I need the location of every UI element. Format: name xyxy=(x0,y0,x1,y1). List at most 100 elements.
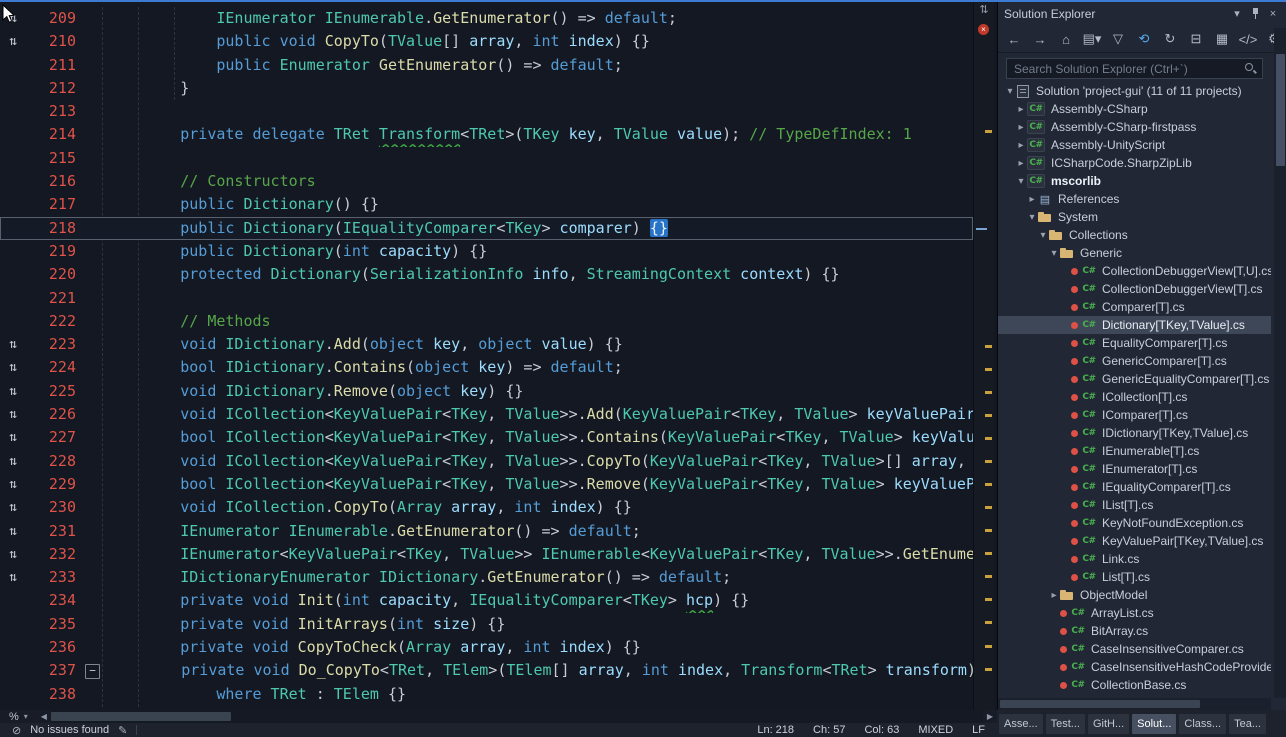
tree-item[interactable]: ▾Collections xyxy=(998,226,1271,244)
tree-horizontal-scrollbar[interactable] xyxy=(998,698,1271,710)
collapsed-arrow-icon[interactable]: ▸ xyxy=(1015,140,1027,151)
scrollbar-thumb[interactable] xyxy=(1000,700,1200,708)
line-number[interactable]: 239 xyxy=(26,706,82,710)
pen-icon[interactable]: ✎ xyxy=(118,724,127,737)
line-number[interactable]: 210 xyxy=(26,30,82,53)
tree-item[interactable]: C#IDictionary[TKey,TValue].cs xyxy=(998,424,1271,442)
tree-item[interactable]: C#ICollection[T].cs xyxy=(998,388,1271,406)
line-number[interactable]: 233 xyxy=(26,566,82,589)
code-line[interactable]: ⇅228void ICollection<KeyValuePair<TKey, … xyxy=(0,450,973,473)
line-number[interactable]: 231 xyxy=(26,520,82,543)
show-all-files-button[interactable]: ▦ xyxy=(1210,30,1234,48)
tree-item[interactable]: C#ArrayList.cs xyxy=(998,604,1271,622)
collapsed-arrow-icon[interactable]: ▸ xyxy=(1015,122,1027,133)
implements-override-glyph[interactable]: ⇅ xyxy=(0,496,26,519)
code-line[interactable]: 220protected Dictionary(SerializationInf… xyxy=(0,263,973,286)
tree-item[interactable]: C#IComparer[T].cs xyxy=(998,406,1271,424)
code-line[interactable]: 214private delegate TRet Transform<TRet>… xyxy=(0,123,973,146)
tree-item[interactable]: C#List[T].cs xyxy=(998,568,1271,586)
tool-tab-test[interactable]: Test... xyxy=(1046,714,1085,734)
tree-vertical-scrollbar[interactable] xyxy=(1274,28,1286,698)
tree-item[interactable]: C#KeyValuePair[TKey,TValue].cs xyxy=(998,532,1271,550)
line-number[interactable]: 217 xyxy=(26,193,82,216)
tree-item[interactable]: ▸C#Assembly-CSharp-firstpass xyxy=(998,118,1271,136)
line-number[interactable]: 235 xyxy=(26,613,82,636)
collapsed-arrow-icon[interactable]: ▸ xyxy=(1048,590,1060,601)
scrollbar-thumb[interactable] xyxy=(51,712,231,721)
code-line[interactable]: 216// Constructors xyxy=(0,170,973,193)
line-number[interactable]: 221 xyxy=(26,287,82,310)
tree-item[interactable]: C#IEnumerable[T].cs xyxy=(998,442,1271,460)
tree-item[interactable]: C#IList[T].cs xyxy=(998,496,1271,514)
collapsed-arrow-icon[interactable]: ▸ xyxy=(1015,158,1027,169)
view-code-button[interactable]: </> xyxy=(1236,31,1260,48)
tree-item[interactable]: C#CaseInsensitiveHashCodeProvider.cs xyxy=(998,658,1271,676)
filter-pending-changes-button[interactable]: ▽ xyxy=(1106,30,1130,48)
line-number[interactable]: 216 xyxy=(26,170,82,193)
code-line[interactable]: 234private void Init(int capacity, IEqua… xyxy=(0,589,973,612)
code-line[interactable]: 211public Enumerator GetEnumerator() => … xyxy=(0,54,973,77)
tree-item[interactable]: C#KeyNotFoundException.cs xyxy=(998,514,1271,532)
code-line[interactable]: ⇅210public void CopyTo(TValue[] array, i… xyxy=(0,30,973,53)
refresh-button[interactable]: ↻ xyxy=(1158,30,1182,48)
fold-collapse-button[interactable]: − xyxy=(85,664,100,679)
line-number[interactable]: 220 xyxy=(26,263,82,286)
expanded-arrow-icon[interactable]: ▾ xyxy=(1015,176,1027,187)
line-number[interactable]: 230 xyxy=(26,496,82,519)
scrollbar-thumb[interactable] xyxy=(1276,54,1285,166)
line-number[interactable]: 232 xyxy=(26,543,82,566)
code-line[interactable]: 237−private void Do_CopyTo<TRet, TElem>(… xyxy=(0,659,973,682)
tree-item[interactable]: C#GenericEqualityComparer[T].cs xyxy=(998,370,1271,388)
switch-views-button[interactable]: ▤▾ xyxy=(1080,30,1104,48)
tree-item[interactable]: ▸C#Assembly-CSharp xyxy=(998,100,1271,118)
encoding-indicator[interactable]: MIXED xyxy=(918,724,953,736)
line-number[interactable]: 226 xyxy=(26,403,82,426)
code-line[interactable]: ⇅231IEnumerator IEnumerable.GetEnumerato… xyxy=(0,520,973,543)
line-number[interactable]: 215 xyxy=(26,147,82,170)
implements-override-glyph[interactable]: ⇅ xyxy=(0,566,26,589)
line-number[interactable]: 234 xyxy=(26,589,82,612)
line-number[interactable]: 237 xyxy=(26,659,82,682)
line-number[interactable]: 212 xyxy=(26,77,82,100)
tree-item[interactable]: ▸ObjectModel xyxy=(998,586,1271,604)
code-line[interactable]: 212} xyxy=(0,77,973,100)
tree-item[interactable]: C#Comparer[T].cs xyxy=(998,298,1271,316)
line-number[interactable]: 227 xyxy=(26,426,82,449)
implements-override-glyph[interactable]: ⇅ xyxy=(0,403,26,426)
implements-override-glyph[interactable]: ⇅ xyxy=(0,543,26,566)
close-icon[interactable]: × xyxy=(1265,7,1281,21)
code-line[interactable]: ⇅225void IDictionary.Remove(object key) … xyxy=(0,380,973,403)
expanded-arrow-icon[interactable]: ▾ xyxy=(1026,212,1038,223)
implements-override-glyph[interactable]: ⇅ xyxy=(0,473,26,496)
editor-vertical-scrollbar[interactable]: ⇅ xyxy=(973,2,994,710)
line-number[interactable]: 218 xyxy=(26,217,82,240)
home-button[interactable]: ⌂ xyxy=(1054,31,1078,48)
tool-tab-solut[interactable]: Solut... xyxy=(1132,714,1176,734)
tree-item[interactable]: C#CaseInsensitiveComparer.cs xyxy=(998,640,1271,658)
pin-icon[interactable] xyxy=(1247,7,1263,21)
scroll-left-icon[interactable]: ◀ xyxy=(37,712,51,721)
collapse-all-button[interactable]: ⊟ xyxy=(1184,30,1208,48)
line-number[interactable]: 223 xyxy=(26,333,82,356)
code-line[interactable]: 213 xyxy=(0,100,973,123)
tree-item[interactable]: ▸C#ICSharpCode.SharpZipLib xyxy=(998,154,1271,172)
line-number[interactable]: 238 xyxy=(26,683,82,706)
code-line[interactable]: 221 xyxy=(0,287,973,310)
line-number[interactable]: 219 xyxy=(26,240,82,263)
line-number[interactable]: 224 xyxy=(26,356,82,379)
tree-item[interactable]: ▾System xyxy=(998,208,1271,226)
code-line[interactable]: 236private void CopyToCheck(Array array,… xyxy=(0,636,973,659)
implements-override-glyph[interactable]: ⇅ xyxy=(0,520,26,543)
tool-tab-asse[interactable]: Asse... xyxy=(999,714,1043,734)
implements-override-glyph[interactable]: ⇅ xyxy=(0,380,26,403)
tool-tab-gith[interactable]: GitH... xyxy=(1088,714,1129,734)
window-position-menu-icon[interactable]: ▾ xyxy=(1229,7,1245,21)
tree-item[interactable]: C#IEqualityComparer[T].cs xyxy=(998,478,1271,496)
code-line[interactable]: 222// Methods xyxy=(0,310,973,333)
search-box[interactable] xyxy=(1006,58,1263,79)
code-line[interactable]: ⇅209IEnumerator IEnumerable.GetEnumerato… xyxy=(0,7,973,30)
code-line[interactable]: ⇅233IDictionaryEnumerator IDictionary.Ge… xyxy=(0,566,973,589)
issues-status[interactable]: No issues found xyxy=(30,724,109,736)
code-line[interactable]: 235private void InitArrays(int size) {} xyxy=(0,613,973,636)
collapsed-arrow-icon[interactable]: ▸ xyxy=(1015,104,1027,115)
